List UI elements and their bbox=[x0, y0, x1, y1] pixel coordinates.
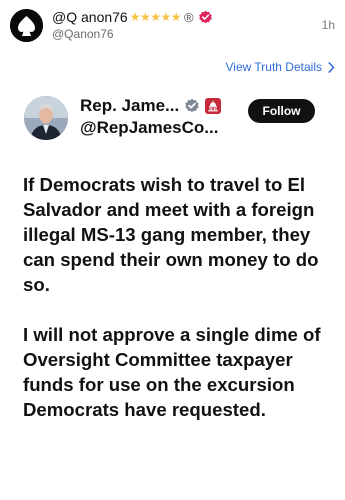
quoted-author-header: Rep. Jame... @RepJamesCo... Follow bbox=[0, 88, 345, 152]
registered-mark: ® bbox=[184, 9, 194, 25]
post-paragraph: If Democrats wish to travel to El Salvad… bbox=[23, 174, 319, 295]
follow-button[interactable]: Follow bbox=[248, 99, 315, 123]
stars-icon: ★★★★★ bbox=[129, 10, 182, 24]
view-details-label: View Truth Details bbox=[225, 60, 323, 74]
verified-badge-icon bbox=[198, 10, 213, 25]
avatar[interactable] bbox=[10, 9, 43, 42]
quoted-title-row: Rep. Jame... bbox=[80, 96, 222, 116]
author-name[interactable]: @Q anon76 bbox=[52, 9, 128, 25]
capitol-building-icon bbox=[205, 98, 222, 114]
black-avatar-icon bbox=[10, 9, 43, 42]
quoted-avatar[interactable] bbox=[24, 96, 68, 140]
quoted-handle[interactable]: @RepJamesCo... bbox=[80, 118, 218, 138]
author-handle[interactable]: @Qanon76 bbox=[52, 27, 114, 41]
post-body: If Democrats wish to travel to El Salvad… bbox=[23, 172, 333, 422]
post-header: @Q anon76 ★★★★★ ® @Qanon76 1h bbox=[0, 0, 345, 50]
author-name-row: @Q anon76 ★★★★★ ® bbox=[52, 9, 213, 25]
post-time: 1h bbox=[321, 18, 335, 32]
quoted-name[interactable]: Rep. Jame... bbox=[80, 96, 179, 116]
chevron-right-icon bbox=[328, 61, 335, 73]
post-paragraph: I will not approve a single dime of Over… bbox=[23, 324, 321, 420]
verified-badge-icon bbox=[184, 98, 200, 114]
view-details-link[interactable]: View Truth Details bbox=[226, 60, 336, 74]
